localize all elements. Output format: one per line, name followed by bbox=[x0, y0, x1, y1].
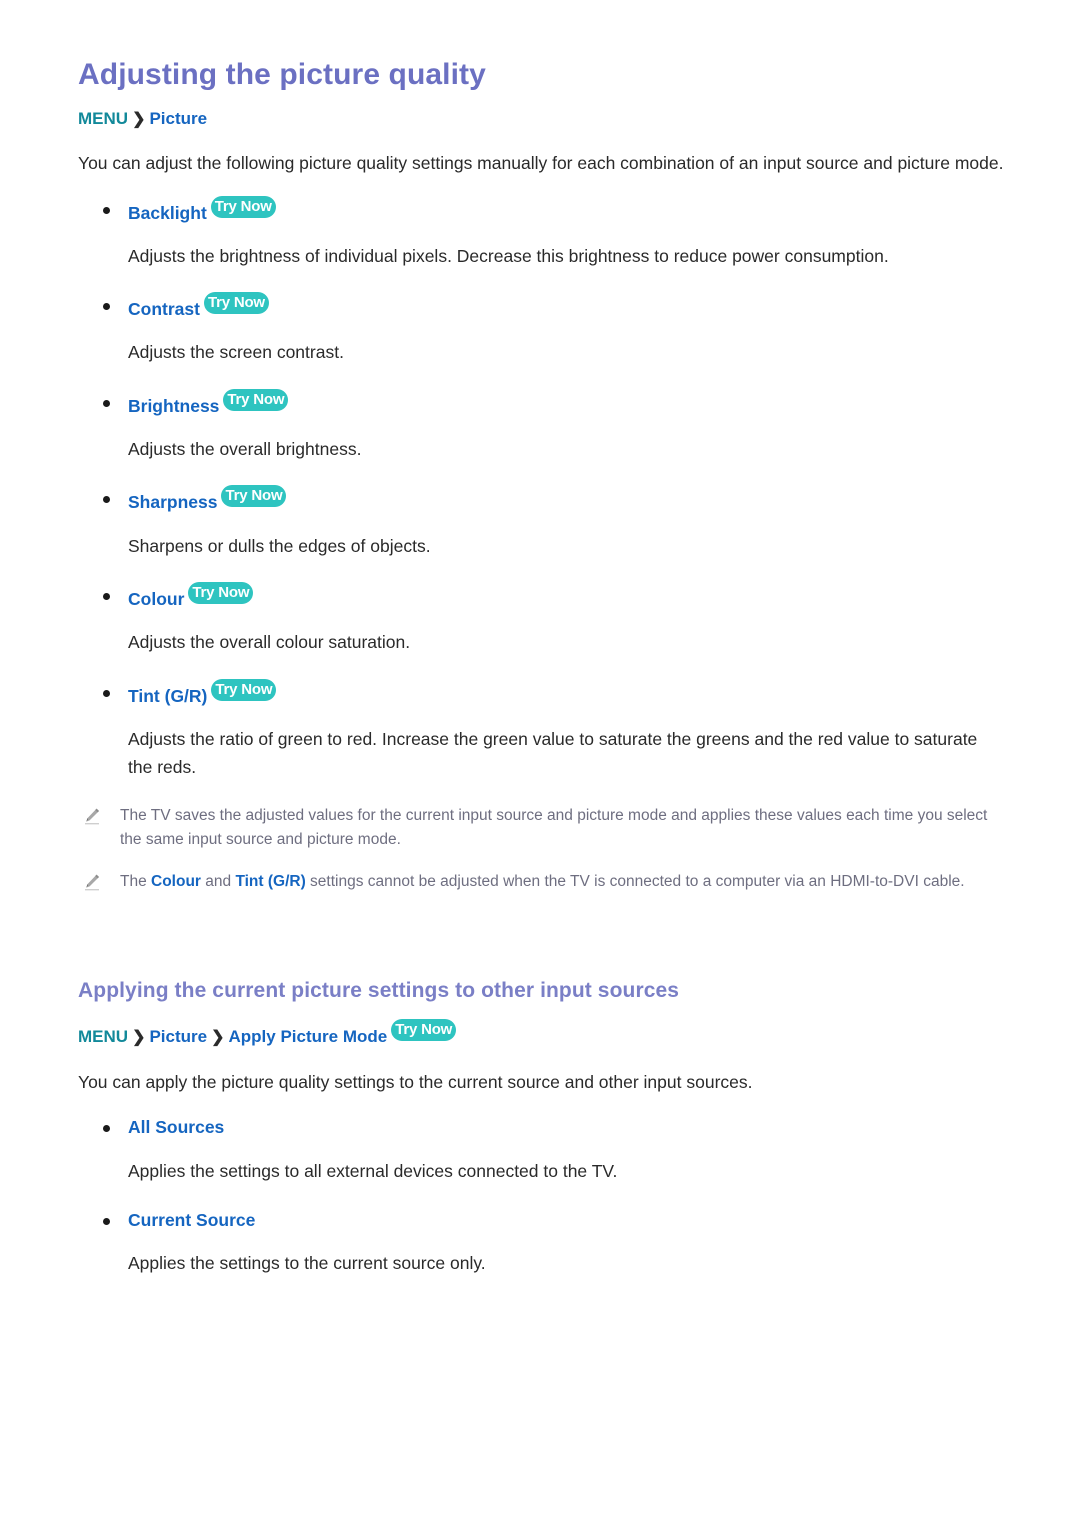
note-text: The TV saves the adjusted values for the… bbox=[120, 806, 988, 849]
setting-description: Applies the settings to the current sour… bbox=[128, 1253, 486, 1274]
setting-label-backlight: Backlight Try Now bbox=[78, 195, 1004, 226]
setting-label-sharpness: Sharpness Try Now bbox=[78, 485, 1004, 515]
note-link-colour: Colour bbox=[151, 872, 201, 890]
bullet-dot-icon bbox=[103, 206, 110, 214]
setting-description: Adjusts the screen contrast. bbox=[128, 342, 344, 363]
section2-title: Applying the current picture settings to… bbox=[78, 979, 680, 1002]
try-now-badge[interactable]: Try Now bbox=[203, 292, 269, 315]
note-row: The Colour and Tint (G/R) settings canno… bbox=[78, 870, 1004, 894]
try-now-badge[interactable]: Try Now bbox=[391, 1019, 457, 1042]
setting-label-brightness: Brightness Try Now bbox=[78, 388, 1004, 419]
bullet-dot-icon bbox=[103, 593, 110, 601]
setting-description: Sharpens or dulls the edges of objects. bbox=[128, 535, 431, 556]
setting-name: Colour bbox=[128, 589, 185, 610]
note-text-middle: and bbox=[200, 872, 236, 890]
list-item: Backlight Try Now Adjusts the brightness … bbox=[78, 195, 1004, 271]
apply-mode-list: All Sources Applies the settings to all … bbox=[78, 1114, 1004, 1277]
setting-name: Tint (G/R) bbox=[128, 685, 208, 706]
breadcrumb-item-picture[interactable]: Picture bbox=[149, 109, 207, 128]
note-row: The TV saves the adjusted values for the… bbox=[78, 804, 1004, 853]
setting-description: Adjusts the overall colour saturation. bbox=[128, 632, 411, 653]
bullet-dot-icon bbox=[103, 303, 110, 311]
bullet-dot-icon bbox=[103, 399, 110, 407]
list-item: Brightness Try Now Adjusts the overall br… bbox=[78, 388, 1004, 464]
section1-intro-text: You can adjust the following picture qua… bbox=[78, 153, 1004, 174]
breadcrumb-section2: MENU ❯ Picture ❯ Apply Picture Mode Try Now bbox=[78, 1019, 1004, 1049]
setting-description: Adjusts the brightness of individual pix… bbox=[128, 245, 889, 266]
bullet-dot-icon bbox=[103, 689, 110, 697]
try-now-badge[interactable]: Try Now bbox=[211, 678, 277, 701]
breadcrumb-section1: MENU ❯ Picture bbox=[78, 108, 1004, 131]
breadcrumb-item-apply-picture-mode[interactable]: Apply Picture Mode bbox=[229, 1027, 388, 1046]
try-now-badge[interactable]: Try Now bbox=[223, 388, 289, 411]
setting-label-current-source: Current Source bbox=[78, 1207, 1004, 1233]
setting-description: Adjusts the overall brightness. bbox=[128, 439, 362, 460]
page-title: Adjusting the picture quality bbox=[78, 58, 486, 91]
notes-block: The TV saves the adjusted values for the… bbox=[78, 804, 1004, 894]
section2-intro-text: You can apply the picture quality settin… bbox=[78, 1072, 753, 1093]
chevron-right-icon: ❯ bbox=[132, 1029, 146, 1047]
list-item: Tint (G/R) Try Now Adjusts the ratio of g… bbox=[78, 678, 1004, 782]
setting-description: Applies the settings to all external dev… bbox=[128, 1160, 618, 1181]
pencil-icon bbox=[82, 806, 102, 826]
setting-label-all-sources: All Sources bbox=[78, 1114, 1004, 1140]
try-now-badge[interactable]: Try Now bbox=[188, 582, 254, 605]
pencil-icon bbox=[82, 872, 102, 892]
setting-name: Contrast bbox=[128, 299, 200, 320]
setting-name: Brightness bbox=[128, 395, 220, 416]
bullet-dot-icon bbox=[103, 1218, 110, 1226]
bullet-dot-icon bbox=[103, 1125, 110, 1133]
setting-name: Backlight bbox=[128, 202, 207, 223]
setting-label-colour: Colour Try Now bbox=[78, 582, 1004, 612]
setting-label-tint: Tint (G/R) Try Now bbox=[78, 678, 1004, 709]
list-item: All Sources Applies the settings to all … bbox=[78, 1114, 1004, 1185]
breadcrumb-menu[interactable]: MENU bbox=[78, 109, 128, 128]
setting-name: All Sources bbox=[128, 1117, 225, 1138]
list-item: Colour Try Now Adjusts the overall colour… bbox=[78, 582, 1004, 657]
breadcrumb-menu[interactable]: MENU bbox=[78, 1027, 128, 1046]
note-text-before: The bbox=[120, 872, 152, 890]
note-text: The Colour and Tint (G/R) settings canno… bbox=[120, 870, 1004, 894]
document-page: Adjusting the picture quality MENU ❯ Pictu… bbox=[0, 0, 1080, 1527]
setting-name: Current Source bbox=[128, 1210, 256, 1231]
picture-settings-list: Backlight Try Now Adjusts the brightness … bbox=[78, 195, 1004, 782]
try-now-badge[interactable]: Try Now bbox=[221, 485, 287, 508]
list-item: Sharpness Try Now Sharpens or dulls the e… bbox=[78, 485, 1004, 560]
chevron-right-icon: ❯ bbox=[132, 110, 146, 128]
bullet-dot-icon bbox=[103, 496, 110, 504]
setting-description: Adjusts the ratio of green to red. Incre… bbox=[128, 728, 978, 778]
list-item: Current Source Applies the settings to t… bbox=[78, 1207, 1004, 1278]
breadcrumb-item-picture[interactable]: Picture bbox=[149, 1027, 207, 1046]
try-now-badge[interactable]: Try Now bbox=[210, 195, 276, 218]
note-text-after: settings cannot be adjusted when the TV … bbox=[305, 872, 965, 890]
setting-label-contrast: Contrast Try Now bbox=[78, 292, 1004, 322]
list-item: Contrast Try Now Adjusts the screen contr… bbox=[78, 292, 1004, 367]
chevron-right-icon: ❯ bbox=[211, 1029, 225, 1047]
setting-name: Sharpness bbox=[128, 492, 218, 513]
note-link-tint: Tint (G/R) bbox=[235, 872, 306, 890]
